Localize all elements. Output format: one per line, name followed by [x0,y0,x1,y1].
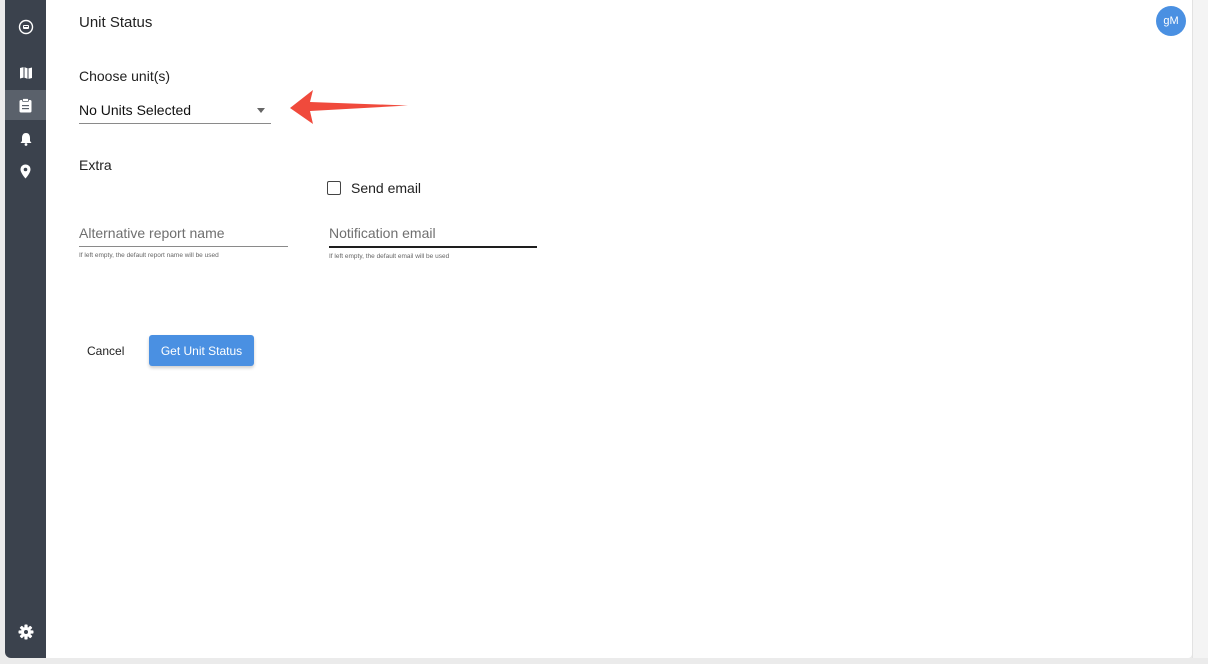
cancel-button[interactable]: Cancel [79,337,132,365]
report-name-underline [79,246,288,247]
map-icon [19,67,32,79]
sidebar-item-settings[interactable] [5,617,46,647]
report-name-input[interactable] [79,220,288,246]
main-content: Unit Status gM Choose unit(s) No Units S… [46,0,1192,658]
bell-icon [20,133,31,146]
sidebar-item-reports[interactable] [5,90,46,120]
vehicle-circle-icon [18,19,33,35]
sidebar-item-alerts[interactable] [5,124,46,154]
avatar[interactable]: gM [1156,6,1186,36]
location-pin-icon [20,164,31,178]
sidebar-item-map[interactable] [5,58,46,88]
sidebar-item-vehicle[interactable] [5,12,46,42]
notification-email-underline [329,246,537,248]
page-title: Unit Status [79,14,153,31]
notification-email-field: If left empty, the default email will be… [329,220,537,260]
gear-icon [18,624,33,640]
notification-email-helper: If left empty, the default email will be… [329,253,450,260]
choose-units-label: Choose unit(s) [79,68,171,84]
send-email-label: Send email [351,180,422,196]
annotation-arrow-icon [290,90,408,124]
send-email-checkbox[interactable] [327,181,341,195]
units-select[interactable]: No Units Selected [79,96,271,124]
sidebar-item-locations[interactable] [5,156,46,186]
sidebar [5,0,46,658]
caret-down-icon [257,108,265,113]
send-email-option[interactable]: Send email [327,180,421,196]
notification-email-input[interactable] [329,220,537,246]
report-name-field: If left empty, the default report name w… [79,220,288,259]
extra-label: Extra [79,157,112,173]
page-scrollbar[interactable] [1192,0,1208,658]
get-unit-status-button[interactable]: Get Unit Status [149,335,254,366]
report-name-helper: If left empty, the default report name w… [79,252,219,259]
units-select-value: No Units Selected [79,102,192,118]
clipboard-icon [19,97,32,112]
